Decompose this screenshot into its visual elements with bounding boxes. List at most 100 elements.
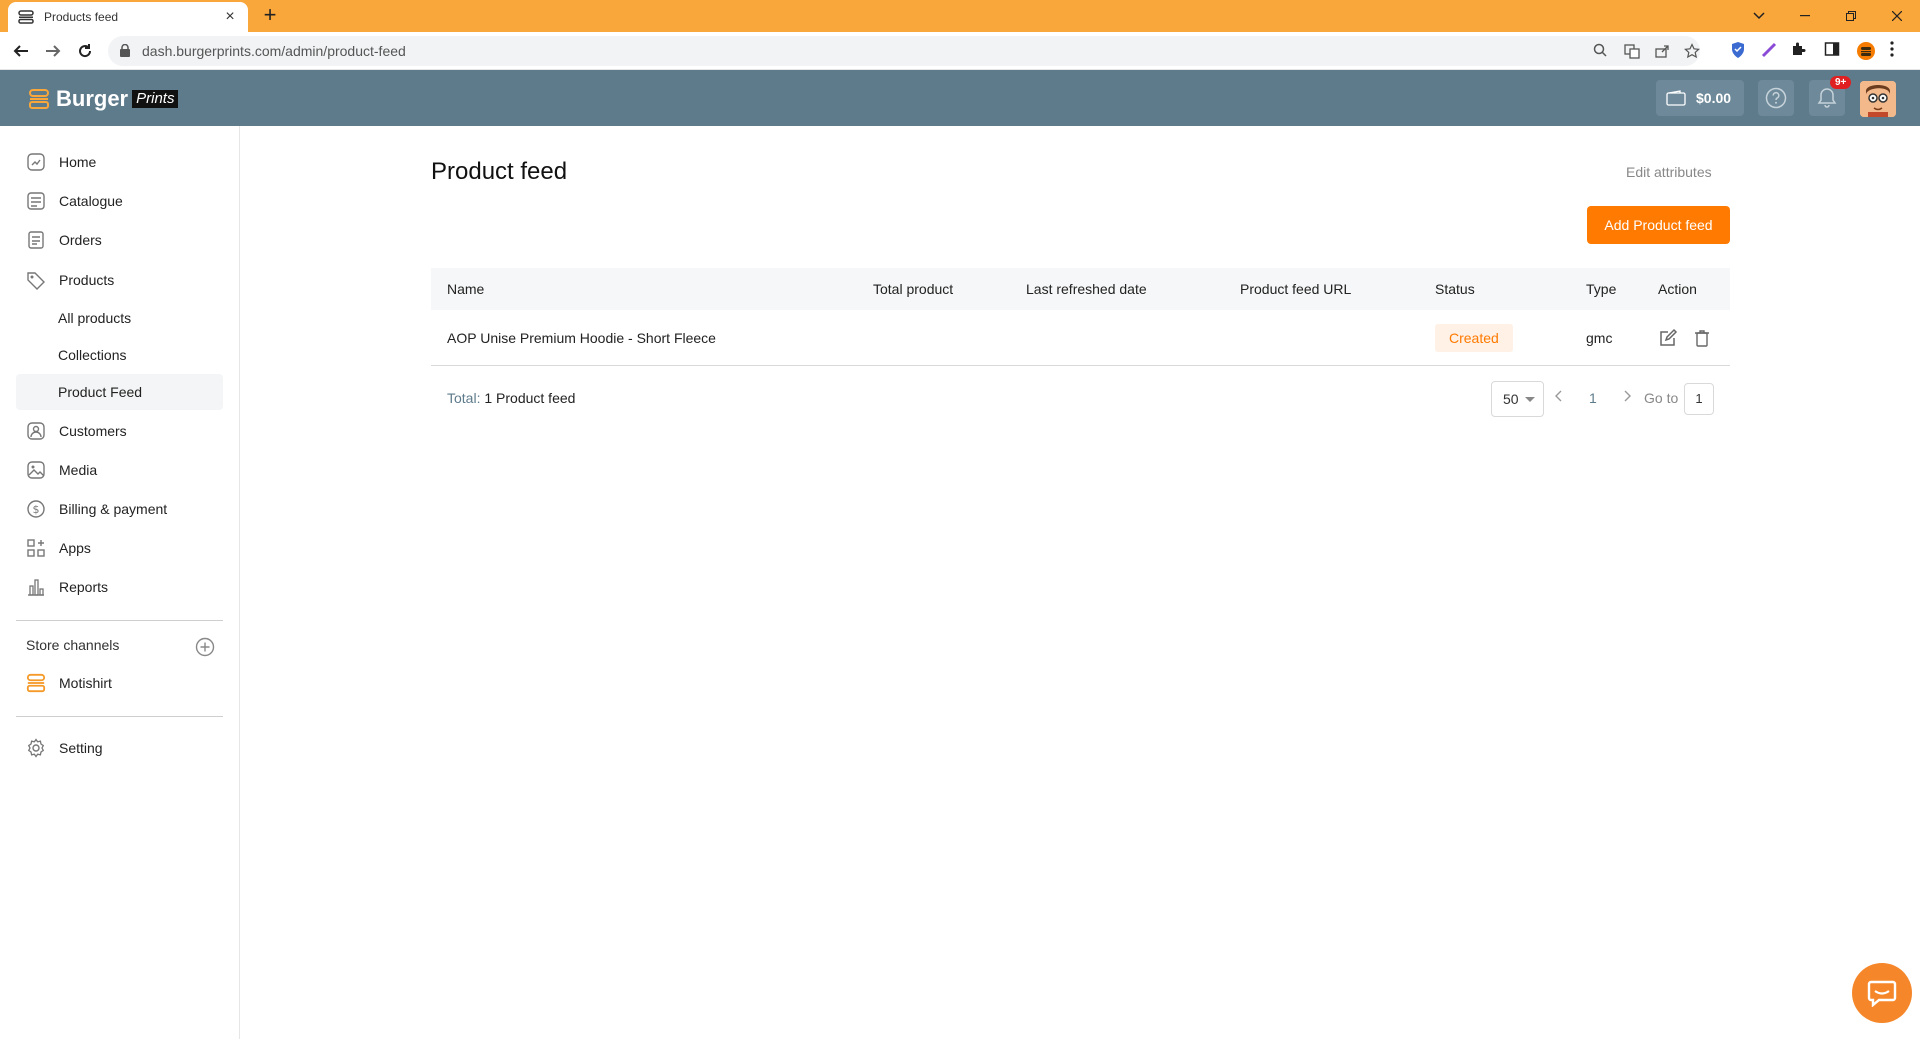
- puzzle-extensions-icon[interactable]: [1790, 41, 1808, 59]
- page-size-select[interactable]: 50: [1491, 381, 1544, 417]
- prev-page-icon[interactable]: [1554, 389, 1562, 405]
- column-header-total-product: Total product: [873, 281, 954, 297]
- tab-close-icon[interactable]: ×: [222, 8, 238, 26]
- total-label: Total:: [447, 390, 481, 406]
- chat-bubble-icon: [1867, 980, 1897, 1007]
- sidebar-item-reports[interactable]: Reports: [16, 568, 223, 606]
- translate-icon[interactable]: [1624, 43, 1640, 59]
- burger-favicon-icon: [18, 9, 34, 25]
- sidebar-item-products[interactable]: Products: [16, 261, 223, 299]
- shield-extension-icon[interactable]: [1730, 41, 1748, 59]
- page-number-current[interactable]: 1: [1589, 390, 1597, 406]
- sidebar-divider: [16, 620, 223, 621]
- restore-icon[interactable]: [1828, 0, 1874, 32]
- sidebar-item-setting[interactable]: Setting: [16, 729, 223, 767]
- app-header: Burger Prints $0.00: [0, 70, 1920, 126]
- edit-attributes-link[interactable]: Edit attributes: [1626, 164, 1712, 180]
- store-channels-label: Store channels: [26, 637, 120, 653]
- sidebar-subitem-product-feed[interactable]: Product Feed: [16, 374, 223, 410]
- sidebar-item-label: Billing & payment: [59, 501, 168, 517]
- tab-search-chevron-icon[interactable]: [1736, 0, 1782, 32]
- logo-text: Burger: [56, 86, 129, 111]
- add-product-feed-button[interactable]: Add Product feed: [1587, 206, 1730, 244]
- edit-icon[interactable]: [1658, 328, 1678, 348]
- sidebar-item-apps[interactable]: Apps: [16, 529, 223, 567]
- sidebar-item-label: Catalogue: [59, 193, 123, 209]
- sidebar-item-label: Apps: [59, 540, 91, 556]
- sidebar-item-customers[interactable]: Customers: [16, 412, 223, 450]
- address-bar[interactable]: dash.burgerprints.com/admin/product-feed: [108, 36, 1700, 66]
- sidebar-item-label: Home: [59, 154, 97, 170]
- column-header-action: Action: [1658, 281, 1697, 297]
- share-icon[interactable]: [1654, 43, 1670, 59]
- wallet-amount: $0.00: [1696, 90, 1732, 106]
- user-avatar[interactable]: [1860, 81, 1896, 117]
- sidebar-item-label: Setting: [59, 740, 103, 756]
- page-title: Product feed: [431, 158, 568, 185]
- zoom-search-icon[interactable]: [1593, 43, 1609, 59]
- product-feed-table: Name Total product Last refreshed date P…: [431, 268, 1730, 366]
- help-icon: [1765, 87, 1787, 109]
- products-icon: [26, 270, 46, 290]
- reports-icon: [26, 577, 46, 597]
- store-channel-motishirt[interactable]: Motishirt: [16, 664, 223, 702]
- status-badge: Created: [1435, 324, 1513, 352]
- new-tab-icon[interactable]: +: [260, 4, 280, 26]
- column-header-type: Type: [1586, 281, 1617, 297]
- side-panel-icon[interactable]: [1824, 41, 1842, 59]
- page-size-value: 50: [1503, 391, 1519, 407]
- gear-icon: [26, 738, 46, 758]
- sidebar-item-home[interactable]: Home: [16, 143, 223, 181]
- wallet-balance-button[interactable]: $0.00: [1656, 80, 1744, 116]
- help-button[interactable]: [1758, 80, 1794, 116]
- burger-store-icon: [26, 673, 46, 693]
- trash-icon[interactable]: [1692, 328, 1712, 348]
- url-text: dash.burgerprints.com/admin/product-feed: [142, 43, 406, 59]
- column-header-name: Name: [447, 281, 485, 297]
- apps-icon: [26, 538, 46, 558]
- tab-title: Products feed: [44, 10, 119, 24]
- sidebar-item-catalogue[interactable]: Catalogue: [16, 182, 223, 220]
- feed-name: AOP Unise Premium Hoodie - Short Fleece: [447, 330, 716, 346]
- wallet-icon: [1666, 90, 1686, 106]
- burger-logo-icon: [29, 89, 49, 109]
- sidebar-item-orders[interactable]: Orders: [16, 221, 223, 259]
- total-count: Total: 1 Product feed: [447, 390, 575, 406]
- orders-icon: [26, 230, 46, 250]
- feed-type: gmc: [1586, 330, 1613, 346]
- browser-tab[interactable]: Products feed ×: [8, 2, 248, 32]
- sidebar-divider: [16, 716, 223, 717]
- caret-down-icon: [1524, 396, 1535, 402]
- logo-subtext: Prints: [132, 90, 179, 108]
- close-window-icon[interactable]: [1874, 0, 1920, 32]
- profile-icon[interactable]: [1856, 41, 1875, 60]
- forward-arrow-icon[interactable]: [42, 40, 64, 62]
- goto-label: Go to: [1644, 390, 1679, 406]
- column-header-last-refreshed: Last refreshed date: [1026, 281, 1147, 297]
- media-icon: [26, 460, 46, 480]
- chat-support-button[interactable]: [1852, 963, 1912, 1023]
- sidebar-subitem-collections[interactable]: Collections: [16, 337, 223, 373]
- sidebar-subitem-all-products[interactable]: All products: [16, 300, 223, 336]
- kebab-menu-icon[interactable]: [1890, 41, 1908, 59]
- table-header: Name Total product Last refreshed date P…: [431, 268, 1730, 310]
- customers-icon: [26, 421, 46, 441]
- sidebar-item-label: Reports: [59, 579, 109, 595]
- bookmark-star-icon[interactable]: [1684, 43, 1700, 59]
- add-store-channel-icon[interactable]: [195, 637, 215, 657]
- sidebar-item-label: Media: [59, 462, 98, 478]
- column-header-feed-url: Product feed URL: [1240, 281, 1352, 297]
- goto-page-input[interactable]: 1: [1684, 383, 1714, 415]
- table-row: AOP Unise Premium Hoodie - Short Fleece …: [431, 310, 1730, 366]
- brand-logo[interactable]: Burger Prints: [28, 86, 179, 112]
- back-arrow-icon[interactable]: [10, 40, 32, 62]
- next-page-icon[interactable]: [1624, 389, 1632, 405]
- sidebar-item-billing[interactable]: $ Billing & payment: [16, 490, 223, 528]
- catalogue-icon: [26, 191, 46, 211]
- sidebar-item-media[interactable]: Media: [16, 451, 223, 489]
- reload-icon[interactable]: [74, 40, 96, 62]
- minimize-icon[interactable]: [1782, 0, 1828, 32]
- action-cell: [1658, 310, 1726, 366]
- pen-extension-icon[interactable]: [1760, 41, 1778, 59]
- notification-count-badge: 9+: [1830, 76, 1852, 89]
